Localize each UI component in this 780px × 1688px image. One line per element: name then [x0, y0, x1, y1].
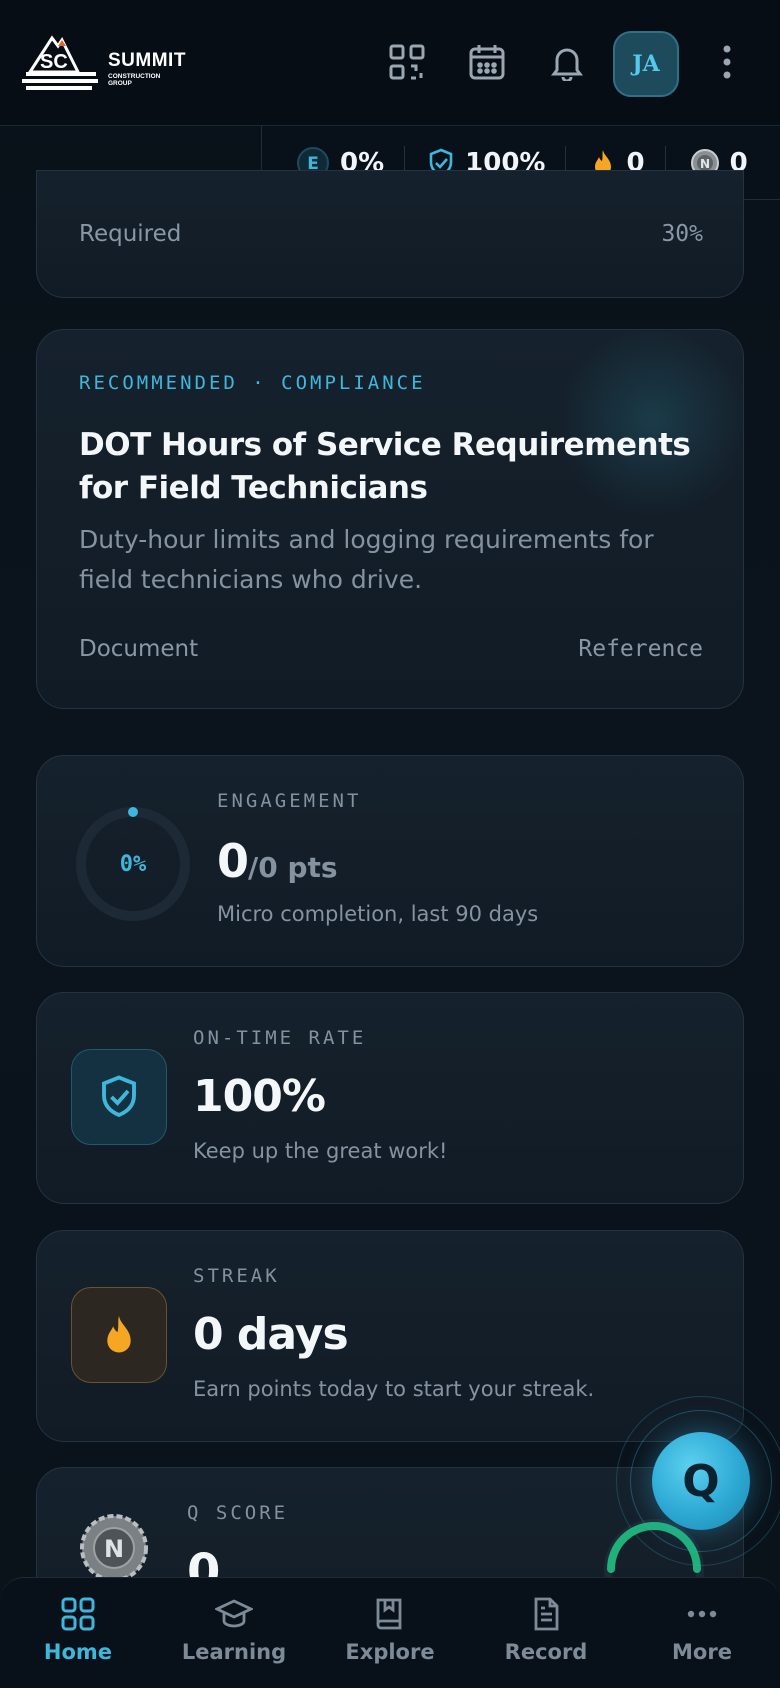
nav-home-label: Home — [43, 1640, 113, 1664]
calendar-button[interactable] — [465, 40, 509, 84]
required-label: Required — [79, 221, 182, 247]
shield-check-icon — [102, 1075, 136, 1118]
on-time-subtitle: Keep up the great work! — [193, 1139, 448, 1163]
recommended-tag: Reference — [578, 636, 703, 662]
notifications-button[interactable] — [545, 40, 589, 84]
home-screen: SC SUMMIT CONSTRUCTION GROUP JA E 0% 100… — [0, 0, 780, 1688]
nav-more-label: More — [672, 1640, 732, 1664]
engagement-points-total: /0 pts — [248, 851, 338, 884]
q-score-medal-icon: N — [80, 1514, 148, 1582]
qr-code-icon — [389, 44, 425, 80]
user-avatar-button[interactable]: JA — [613, 31, 679, 97]
engagement-points: 0/0 pts — [217, 834, 338, 888]
bottom-nav: Home Learning Explore Record More — [0, 1577, 780, 1688]
flame-icon — [107, 1316, 131, 1353]
company-logo[interactable]: SC SUMMIT CONSTRUCTION GROUP — [22, 32, 185, 92]
streak-kicker: STREAK — [193, 1265, 280, 1287]
recommended-card[interactable]: RECOMMENDED · COMPLIANCE DOT Hours of Se… — [36, 329, 744, 709]
streak-subtitle: Earn points today to start your streak. — [193, 1377, 595, 1401]
q-score-kicker: Q SCORE — [187, 1502, 289, 1524]
svg-text:N: N — [700, 157, 710, 171]
bell-icon — [551, 48, 583, 81]
on-time-icon-box — [71, 1049, 167, 1145]
graduation-cap-icon — [215, 1599, 253, 1628]
nav-record[interactable]: Record — [468, 1578, 624, 1688]
on-time-card[interactable]: ON-TIME RATE 100% Keep up the great work… — [36, 992, 744, 1204]
on-time-kicker: ON-TIME RATE — [193, 1027, 367, 1049]
document-icon — [534, 1597, 559, 1631]
grid-icon — [61, 1597, 95, 1631]
book-icon — [376, 1598, 402, 1630]
more-horizontal-icon — [687, 1610, 717, 1618]
qr-code-button[interactable] — [385, 40, 429, 84]
calendar-icon — [469, 45, 505, 80]
streak-card[interactable]: STREAK 0 days Earn points today to start… — [36, 1230, 744, 1442]
svg-text:N: N — [104, 1535, 124, 1563]
on-time-value: 100% — [193, 1071, 326, 1122]
nav-more[interactable]: More — [624, 1578, 780, 1688]
logo-mark-icon: SC — [22, 35, 98, 90]
nav-explore-label: Explore — [345, 1640, 435, 1664]
required-card[interactable]: Required 30% — [36, 170, 744, 298]
engagement-points-value: 0 — [217, 834, 249, 888]
more-vertical-icon — [723, 45, 731, 79]
engagement-ring-label: 0% — [119, 851, 147, 877]
logo-brand: SUMMIT — [108, 50, 186, 71]
nav-learning-label: Learning — [181, 1640, 287, 1664]
recommended-type: Document — [79, 636, 199, 662]
recommended-description: Duty-hour limits and logging requirement… — [79, 525, 654, 594]
overflow-menu-button[interactable] — [705, 40, 749, 84]
recommended-title: DOT Hours of Service Requirements for Fi… — [79, 427, 691, 506]
nav-explore[interactable]: Explore — [312, 1578, 468, 1688]
q-assistant-button[interactable]: Q — [652, 1432, 750, 1530]
nav-learning[interactable]: Learning — [156, 1578, 312, 1688]
recommended-kicker: RECOMMENDED · COMPLIANCE — [79, 372, 426, 394]
required-value: 30% — [661, 221, 703, 247]
streak-icon-box — [71, 1287, 167, 1383]
streak-value: 0 days — [193, 1309, 349, 1360]
engagement-card[interactable]: 0% ENGAGEMENT 0/0 pts Micro completion, … — [36, 755, 744, 967]
logo-text: SUMMIT CONSTRUCTION GROUP — [108, 50, 186, 87]
logo-tagline: CONSTRUCTION GROUP — [108, 73, 161, 87]
svg-text:SC: SC — [40, 51, 68, 73]
nav-home[interactable]: Home — [0, 1578, 156, 1688]
app-header: SC SUMMIT CONSTRUCTION GROUP JA — [0, 0, 780, 126]
engagement-subtitle: Micro completion, last 90 days — [217, 902, 539, 926]
engagement-kicker: ENGAGEMENT — [217, 790, 362, 812]
nav-record-label: Record — [504, 1640, 588, 1664]
